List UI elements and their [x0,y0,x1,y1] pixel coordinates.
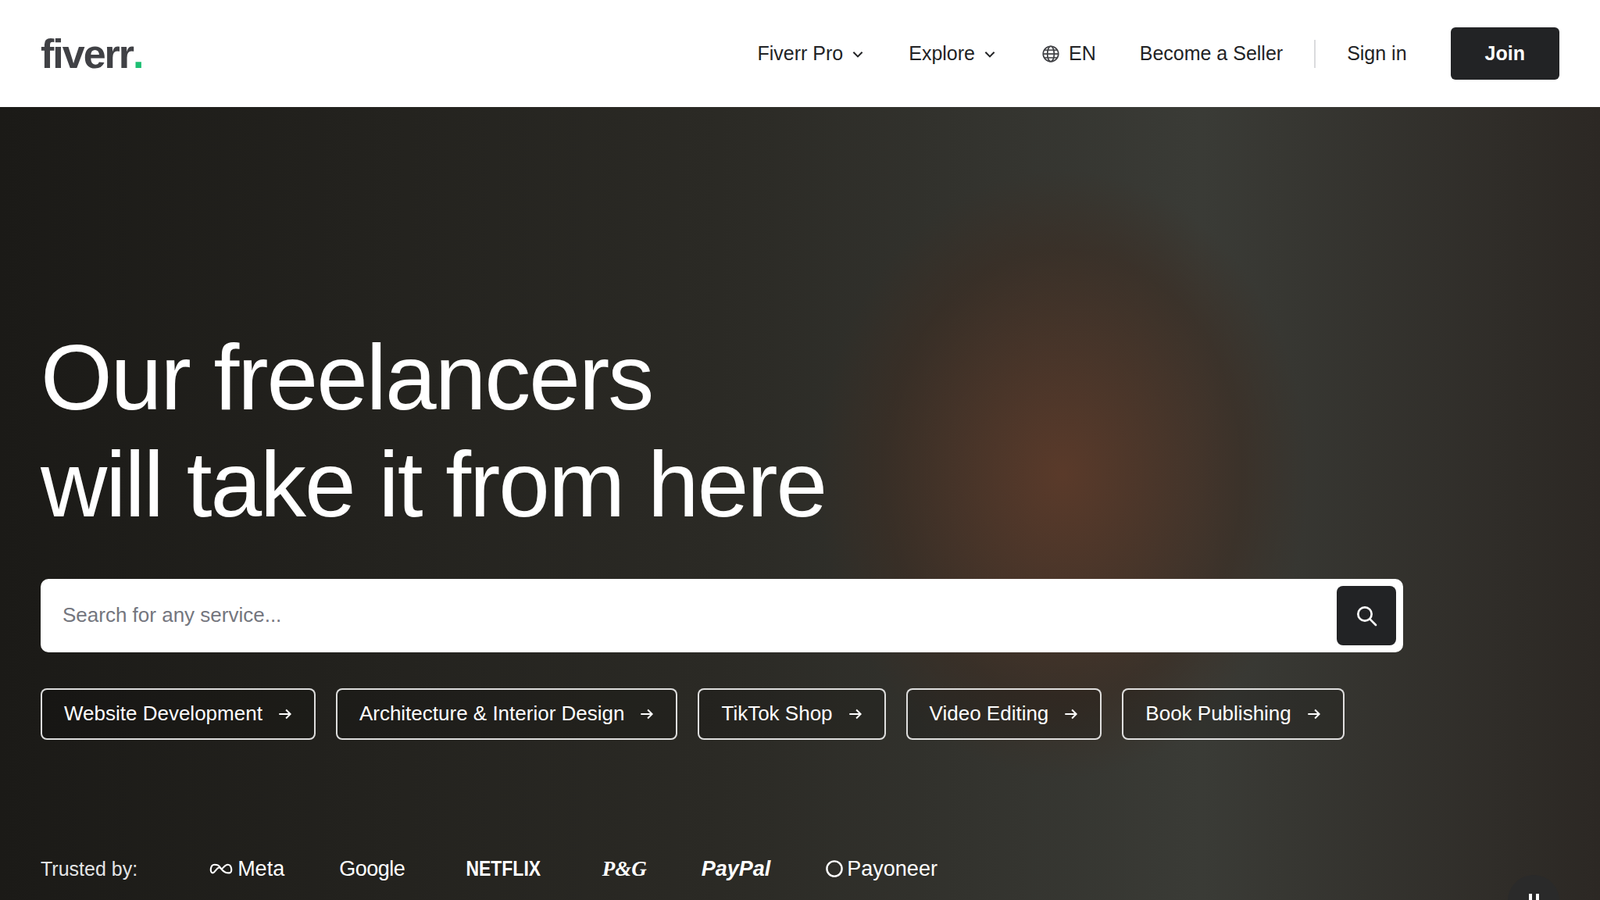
main-nav: Fiverr Pro Explore EN Become a Seller Sign i… [757,27,1560,80]
nav-item[interactable]: Become a Seller [1139,42,1283,65]
join-button[interactable]: Join [1450,27,1560,80]
nav-divider [1314,39,1316,68]
nav-item[interactable]: Sign in [1346,42,1407,65]
brand-logo: P&G [602,857,647,882]
payoneer-icon [825,859,844,879]
globe-icon [1040,43,1061,65]
trusted-by: Trusted by: Meta Google NETFLIX P&G PayPal Pay… [40,857,1560,882]
brand-logo: Payoneer [825,857,938,882]
nav-item[interactable]: EN [1040,42,1097,65]
arrow-right-icon [1305,705,1323,723]
trusted-label: Trusted by: [40,857,138,881]
meta-icon [207,861,235,876]
brand-logo: Meta [207,857,285,882]
hero-headline: Our freelancerswill take it from here [40,324,1560,539]
search-input[interactable] [60,602,1328,629]
arrow-right-icon [846,705,865,723]
chevron-down-icon [850,46,865,61]
hero: Our freelancerswill take it from here Web… [0,107,1600,900]
search-icon [1353,603,1379,629]
nav-item[interactable]: Fiverr Pro [757,42,865,65]
category-chip[interactable]: Video Editing [906,688,1103,740]
arrow-right-icon [1062,705,1080,723]
pause-icon [1528,893,1533,900]
brand-logo: NETFLIX [466,857,542,882]
category-chip[interactable]: Architecture & Interior Design [335,688,679,740]
nav-item[interactable]: Explore [908,42,997,65]
search-button[interactable] [1336,585,1397,646]
arrow-right-icon [638,705,656,723]
search-bar [40,578,1404,653]
chevron-down-icon [982,46,997,61]
page: fiverr. Fiverr Pro Explore EN Become a Selle… [0,0,1600,900]
brand-logo: PayPal [701,857,772,882]
brand-logo: Google [339,857,405,882]
header: fiverr. Fiverr Pro Explore EN Become a Selle… [0,0,1600,108]
arrow-right-icon [276,705,294,723]
category-chip[interactable]: Website Development [40,688,316,740]
category-chip[interactable]: TikTok Shop [697,688,886,740]
category-chip[interactable]: Book Publishing [1121,688,1344,740]
category-chips: Website Development Architecture & Interi… [40,688,1560,740]
fiverr-logo[interactable]: fiverr. [40,30,145,78]
